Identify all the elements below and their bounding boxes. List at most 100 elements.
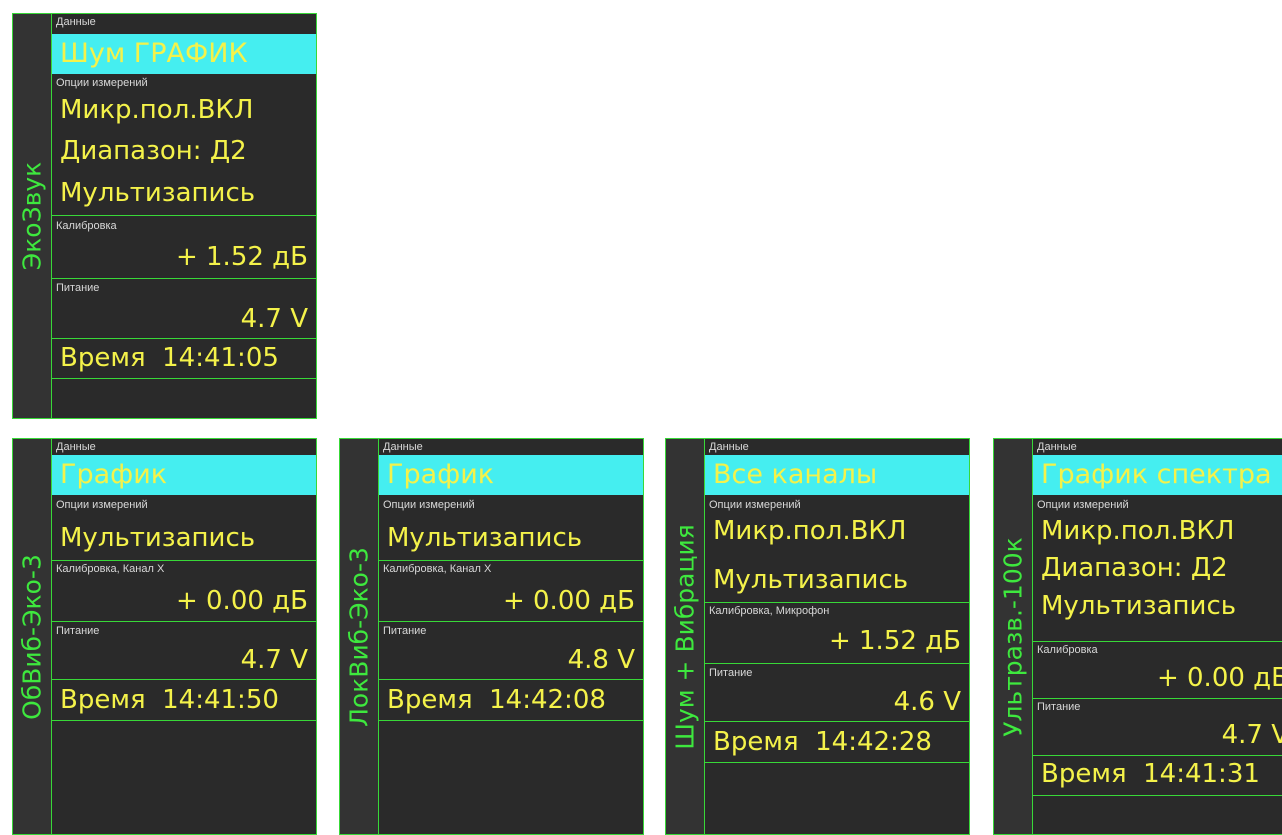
time-label: Время [1041, 759, 1127, 789]
time-value: 14:41:05 [162, 343, 279, 373]
screen-content: Данные Все каналы Опции измерений Микр.п… [705, 439, 969, 834]
device-sidebar: ОбВиб-Эко-3 [13, 439, 52, 834]
calibration-caption: Калибровка, Канал X [383, 563, 492, 575]
power-caption: Питание [1037, 701, 1081, 713]
clock: Время 14:41:50 [60, 683, 279, 717]
data-mode-value[interactable]: Шум ГРАФИК [52, 34, 316, 74]
divider [52, 378, 316, 379]
clock: Время 14:41:05 [60, 341, 279, 375]
option-item[interactable]: Диапазон: Д2 [60, 134, 247, 168]
calibration-value[interactable]: + 1.52 дБ [829, 624, 961, 658]
divider [52, 560, 316, 561]
calibration-value[interactable]: + 0.00 дБ [1157, 661, 1282, 695]
clock: Время 14:42:08 [387, 683, 606, 717]
calibration-caption: Калибровка, Канал X [56, 563, 165, 575]
data-caption: Данные [383, 441, 423, 453]
divider [705, 721, 969, 722]
power-value: 4.7 V [240, 304, 308, 334]
time-value: 14:41:50 [162, 685, 279, 715]
option-item[interactable]: Мультизапись [60, 176, 255, 210]
divider [1033, 795, 1282, 796]
option-item[interactable]: Микр.пол.ВКЛ [60, 93, 253, 127]
option-item[interactable]: Мультизапись [713, 563, 908, 597]
screen-noise-vibration: Шум + Вибрация Данные Все каналы Опции и… [665, 438, 970, 835]
calibration-value[interactable]: + 1.52 дБ [176, 240, 308, 274]
screen-content: Данные Шум ГРАФИК Опции измерений Микр.п… [52, 14, 316, 418]
divider [379, 560, 643, 561]
divider [1033, 641, 1282, 642]
device-sidebar: ЭкоЗвук [13, 14, 52, 418]
options-caption: Опции измерений [709, 499, 801, 511]
clock: Время 14:41:31 [1041, 757, 1260, 791]
data-caption: Данные [709, 441, 749, 453]
data-caption: Данные [56, 441, 96, 453]
calibration-value[interactable]: + 0.00 дБ [503, 584, 635, 618]
time-value: 14:42:08 [489, 685, 606, 715]
options-caption: Опции измерений [56, 499, 148, 511]
time-value: 14:41:31 [1143, 759, 1260, 789]
divider [52, 215, 316, 216]
divider [52, 338, 316, 339]
time-value: 14:42:28 [815, 727, 932, 757]
device-name: ОбВиб-Эко-3 [17, 553, 47, 720]
screen-content: Данные График Опции измерений Мультизапи… [52, 439, 316, 834]
calibration-value[interactable]: + 0.00 дБ [176, 584, 308, 618]
data-mode-value[interactable]: График [379, 455, 643, 495]
screen-content: Данные График спектра Опции измерений Ми… [1033, 439, 1282, 834]
divider [52, 720, 316, 721]
device-name: ЭкоЗвук [17, 161, 47, 271]
divider [52, 278, 316, 279]
device-name: Шум + Вибрация [670, 523, 700, 750]
power-caption: Питание [709, 667, 753, 679]
clock: Время 14:42:28 [713, 725, 932, 759]
divider [1033, 698, 1282, 699]
divider [52, 621, 316, 622]
option-item[interactable]: Мультизапись [1041, 589, 1236, 623]
power-value: 4.8 V [567, 645, 635, 675]
calibration-caption: Калибровка [1037, 644, 1098, 656]
power-caption: Питание [383, 625, 427, 637]
options-caption: Опции измерений [1037, 499, 1129, 511]
options-caption: Опции измерений [383, 499, 475, 511]
divider [705, 602, 969, 603]
option-item[interactable]: Мультизапись [60, 521, 255, 555]
time-label: Время [713, 727, 799, 757]
screen-obvib-eko-3: ОбВиб-Эко-3 Данные График Опции измерени… [12, 438, 317, 835]
screen-lokvib-eko-3: ЛокВиб-Эко-3 Данные График Опции измерен… [339, 438, 644, 835]
divider [379, 720, 643, 721]
time-label: Время [60, 685, 146, 715]
power-value: 4.7 V [240, 645, 308, 675]
calibration-caption: Калибровка [56, 220, 117, 232]
device-sidebar: ЛокВиб-Эко-3 [340, 439, 379, 834]
data-caption: Данные [56, 16, 96, 28]
power-value: 4.7 V [1221, 720, 1282, 750]
divider [379, 679, 643, 680]
data-mode-value[interactable]: График спектра [1033, 455, 1282, 495]
device-sidebar: Ультразв.-100к [994, 439, 1033, 834]
option-item[interactable]: Мультизапись [387, 521, 582, 555]
option-item[interactable]: Диапазон: Д2 [1041, 551, 1228, 585]
device-name: Ультразв.-100к [998, 536, 1028, 737]
screen-ekozvuk: ЭкоЗвук Данные Шум ГРАФИК Опции измерени… [12, 13, 317, 419]
divider [1033, 755, 1282, 756]
divider [52, 679, 316, 680]
data-mode-value[interactable]: График [52, 455, 316, 495]
data-mode-value[interactable]: Все каналы [705, 455, 969, 495]
device-sidebar: Шум + Вибрация [666, 439, 705, 834]
power-caption: Питание [56, 282, 100, 294]
time-label: Время [387, 685, 473, 715]
calibration-caption: Калибровка, Микрофон [709, 605, 830, 617]
power-value: 4.6 V [893, 687, 961, 717]
divider [705, 663, 969, 664]
power-caption: Питание [56, 625, 100, 637]
options-caption: Опции измерений [56, 77, 148, 89]
screen-content: Данные График Опции измерений Мультизапи… [379, 439, 643, 834]
option-item[interactable]: Микр.пол.ВКЛ [713, 514, 906, 548]
divider [705, 762, 969, 763]
option-item[interactable]: Микр.пол.ВКЛ [1041, 514, 1234, 548]
time-label: Время [60, 343, 146, 373]
data-caption: Данные [1037, 441, 1077, 453]
device-name: ЛокВиб-Эко-3 [344, 546, 374, 727]
screen-ultrasound-100k: Ультразв.-100к Данные График спектра Опц… [993, 438, 1282, 835]
divider [379, 621, 643, 622]
